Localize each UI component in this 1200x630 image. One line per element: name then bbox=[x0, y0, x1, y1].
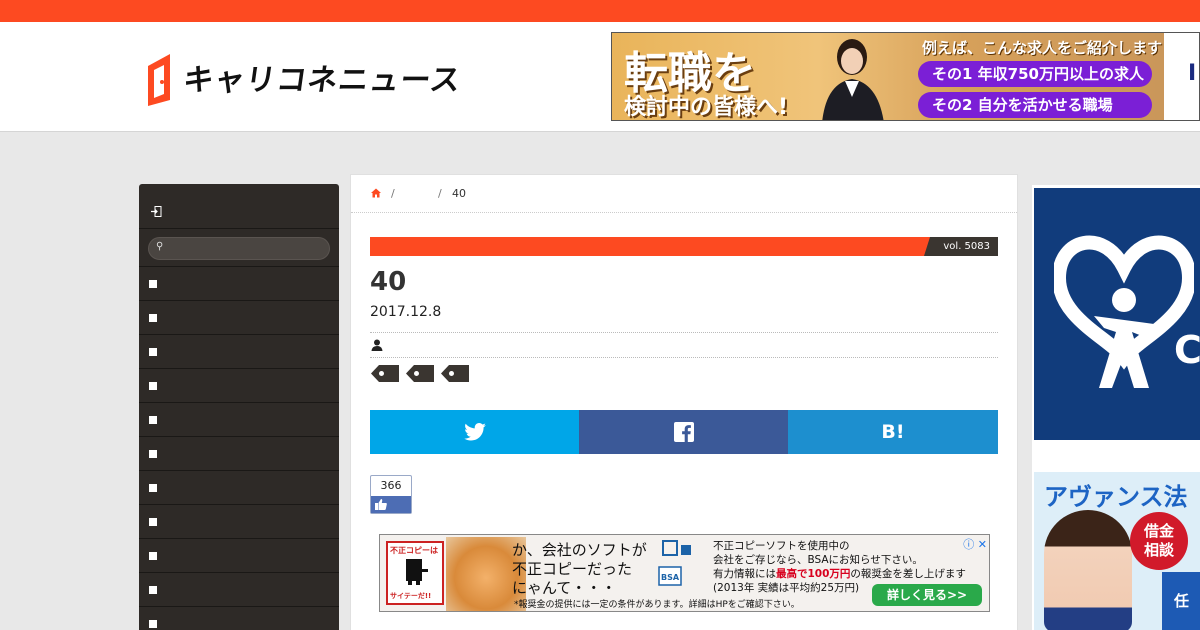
top-accent-bar bbox=[0, 0, 1200, 22]
right-ad-1-letter: C bbox=[1174, 328, 1200, 372]
ad-poster-image: 不正コピーは サイテーだ!! bbox=[386, 541, 444, 605]
right-ad-2-badge: 借金 相談 bbox=[1130, 512, 1188, 570]
sidebar-items bbox=[139, 267, 339, 630]
share-twitter-button[interactable] bbox=[370, 410, 579, 454]
divider bbox=[370, 332, 998, 333]
banner-top-text: 例えば、こんな求人をご紹介します! bbox=[922, 39, 1169, 57]
right-ad-2-tail: 任 bbox=[1162, 572, 1200, 630]
ad-line-1: か、会社のソフトが bbox=[512, 541, 647, 559]
right-ad-2-badge-2: 相談 bbox=[1143, 541, 1174, 559]
facebook-icon bbox=[673, 422, 694, 442]
search-input[interactable] bbox=[148, 237, 330, 260]
square-bullet-icon bbox=[149, 382, 157, 390]
tag-icon[interactable] bbox=[406, 365, 434, 382]
vol-label: vol. 5083 bbox=[924, 237, 998, 256]
facebook-like-box[interactable]: 366 bbox=[370, 475, 412, 514]
share-hatena-button[interactable]: B! bbox=[788, 410, 998, 454]
banner-subline: 検討中の皆様へ! bbox=[624, 95, 789, 120]
right-ad-2[interactable]: アヴァンス法 借金 相談 任 bbox=[1034, 472, 1200, 630]
ad-headline: か、会社のソフトが 不正コピーだった にゃんて・・・ bbox=[512, 541, 647, 598]
article-title: 40 bbox=[370, 267, 407, 297]
square-bullet-icon bbox=[149, 586, 157, 594]
sidebar-item[interactable] bbox=[139, 573, 339, 607]
twitter-icon bbox=[463, 423, 486, 441]
breadcrumb-separator: / bbox=[391, 187, 395, 200]
home-icon[interactable] bbox=[371, 188, 381, 198]
right-ad-column: C アヴァンス法 借金 相談 任 bbox=[1032, 185, 1200, 630]
thumbs-up-icon bbox=[375, 499, 387, 510]
sidebar-login[interactable] bbox=[139, 184, 339, 229]
heart-figure-logo-icon bbox=[1054, 235, 1194, 388]
square-bullet-icon bbox=[149, 314, 157, 322]
sidebar-item[interactable] bbox=[139, 301, 339, 335]
logo-text: キャリコネニュース bbox=[181, 63, 464, 98]
square-bullet-icon bbox=[149, 450, 157, 458]
search-icon: ⚲ bbox=[156, 241, 164, 252]
like-button[interactable] bbox=[371, 496, 411, 513]
site-logo[interactable]: キャリコネニュース bbox=[148, 48, 464, 106]
sidebar-item[interactable] bbox=[139, 437, 339, 471]
login-icon bbox=[151, 206, 162, 217]
sidebar-menu: ⚲ bbox=[139, 184, 339, 630]
ad-info-2: 会社をご存じなら、BSAにお知らせ下さい。 bbox=[713, 554, 923, 566]
ad-poster-bottom-text: サイテーだ!! bbox=[390, 592, 432, 600]
ad-more-button[interactable]: 詳しく見る>> bbox=[872, 584, 982, 606]
bsa-logo-label: BSA bbox=[661, 573, 680, 582]
like-count: 366 bbox=[380, 479, 402, 492]
banner-pill-1: その1 年収750万円以上の求人 bbox=[918, 61, 1152, 87]
ad-choices-icon[interactable]: ⓘ ✕ bbox=[963, 536, 987, 552]
sidebar-item[interactable] bbox=[139, 505, 339, 539]
ad-info-3b: の報奨金を差し上げます bbox=[850, 568, 966, 580]
tag-icon[interactable] bbox=[371, 365, 399, 382]
right-ad-2-head: アヴァンス法 bbox=[1044, 483, 1188, 511]
banner-pill-2: その2 自分を活かせる職場 bbox=[918, 92, 1152, 118]
ad-line-2: 不正コピーだった bbox=[512, 560, 633, 578]
bsa-logo-icon: BSA bbox=[658, 540, 691, 586]
hatena-bookmark-icon: B! bbox=[881, 421, 905, 443]
door-logo-icon bbox=[148, 54, 170, 106]
cat-silhouette-icon bbox=[406, 559, 428, 585]
ad-info-3-red: 最高で100万円 bbox=[776, 568, 851, 580]
author-icon[interactable] bbox=[371, 339, 383, 351]
square-bullet-icon bbox=[149, 280, 157, 288]
sidebar-item[interactable] bbox=[139, 369, 339, 403]
article-main: / / 40 vol. 5083 40 2017.12.8 B! 366 不正コ… bbox=[350, 174, 1018, 630]
banner-right-mark-icon: I bbox=[1188, 61, 1197, 86]
ad-poster-top-text: 不正コピーは bbox=[390, 546, 438, 555]
vol-bar: vol. 5083 bbox=[370, 237, 998, 256]
ad-info-1: 不正コピーソフトを使用中の bbox=[713, 540, 850, 552]
tag-icon[interactable] bbox=[441, 365, 469, 382]
breadcrumb: / / 40 bbox=[351, 175, 1017, 213]
divider bbox=[370, 357, 998, 358]
square-bullet-icon bbox=[149, 620, 157, 628]
square-bullet-icon bbox=[149, 416, 157, 424]
square-bullet-icon bbox=[149, 552, 157, 560]
breadcrumb-separator: / bbox=[438, 187, 442, 200]
ad-note: *報奨金の提供には一定の条件があります。詳細はHPをご確認下さい。 bbox=[514, 600, 800, 610]
ad-info-3a: 有力情報には bbox=[713, 568, 776, 580]
square-bullet-icon bbox=[149, 518, 157, 526]
header-job-banner[interactable]: 転職を 検討中の皆様へ! 例えば、こんな求人をご紹介します! その1 年収750… bbox=[611, 32, 1200, 121]
article-date: 2017.12.8 bbox=[370, 304, 442, 320]
sidebar-item[interactable] bbox=[139, 335, 339, 369]
sidebar-item[interactable] bbox=[139, 403, 339, 437]
right-ad-2-badge-1: 借金 bbox=[1143, 522, 1174, 540]
breadcrumb-current: 40 bbox=[452, 187, 466, 200]
square-bullet-icon bbox=[149, 348, 157, 356]
banner-person-image bbox=[822, 39, 884, 120]
sidebar-item[interactable] bbox=[139, 607, 339, 630]
sidebar-item[interactable] bbox=[139, 539, 339, 573]
site-header: キャリコネニュース 転職を 検討中の皆様へ! 例えば、こんな求人をご紹介します!… bbox=[0, 22, 1200, 132]
right-ad-1[interactable]: C bbox=[1034, 188, 1200, 440]
ad-line-3: にゃんて・・・ bbox=[512, 579, 617, 597]
banner-right-panel: I bbox=[1164, 33, 1199, 120]
square-bullet-icon bbox=[149, 484, 157, 492]
bsa-advertisement[interactable]: 不正コピーは サイテーだ!! か、会社のソフトが 不正コピーだった にゃんて・・… bbox=[379, 534, 990, 612]
ad-info-3: 有力情報には最高で100万円の報奨金を差し上げます bbox=[713, 567, 966, 581]
sidebar-item[interactable] bbox=[139, 267, 339, 301]
share-facebook-button[interactable] bbox=[579, 410, 788, 454]
sidebar-item[interactable] bbox=[139, 471, 339, 505]
sidebar-search: ⚲ bbox=[139, 229, 339, 267]
right-ad-2-person-image bbox=[1044, 510, 1132, 630]
